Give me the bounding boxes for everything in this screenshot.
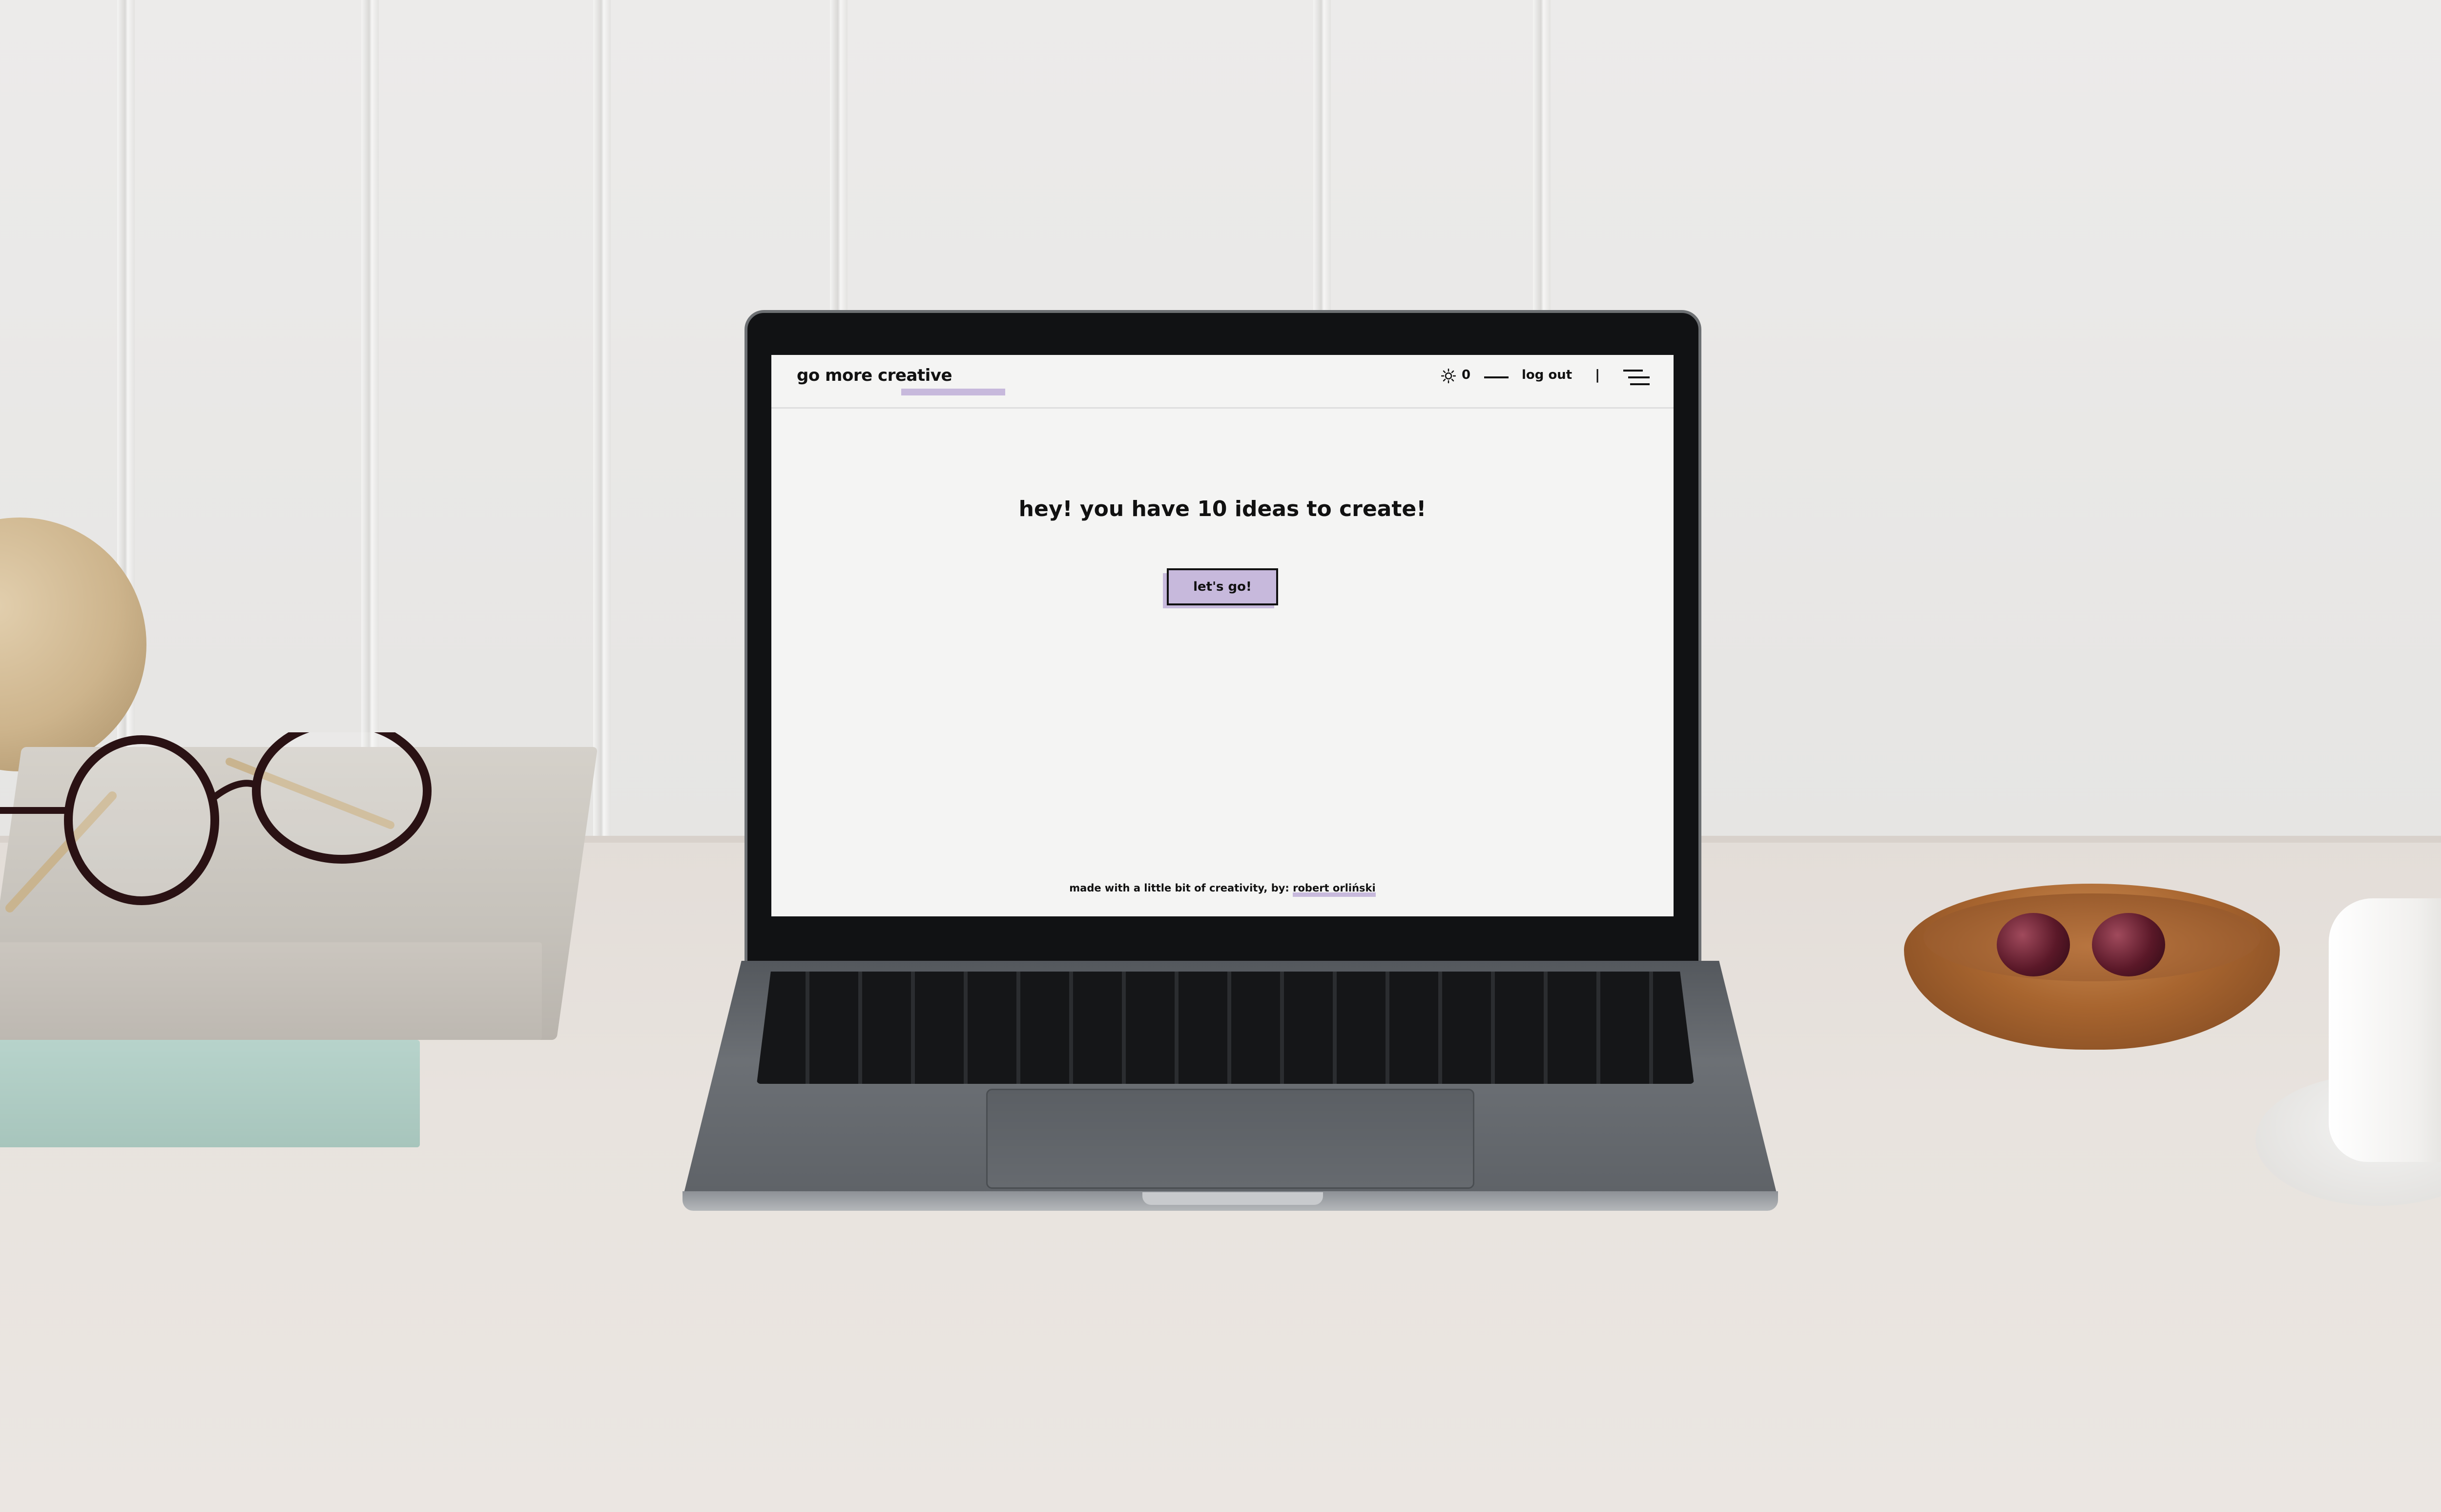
eyeglasses <box>0 732 432 912</box>
header-dash-divider <box>1484 376 1509 378</box>
wooden-bowl-inside <box>1924 893 2260 981</box>
logo-highlight <box>901 389 1005 395</box>
wall-panel-line <box>361 0 379 840</box>
author-link-wrapper: robert orliński <box>1293 882 1376 897</box>
header-separator: | <box>1595 367 1600 383</box>
logo-text: go more creative <box>797 366 952 385</box>
laptop-keyboard <box>757 972 1694 1084</box>
idea-counter: 0 <box>1462 368 1471 382</box>
lets-go-button[interactable]: let's go! <box>1167 568 1278 605</box>
grey-book-edge <box>0 942 542 1040</box>
top-navigation-bar: go more creative 0 log out | <box>771 355 1674 409</box>
cherry <box>1997 913 2070 976</box>
laptop-notch <box>1142 1192 1323 1205</box>
author-link[interactable]: robert orliński <box>1293 882 1376 894</box>
logout-link[interactable]: log out <box>1522 368 1572 382</box>
site-logo[interactable]: go more creative <box>797 366 1005 395</box>
ideas-headline: hey! you have 10 ideas to create! <box>1018 497 1427 521</box>
mint-book <box>0 1040 420 1147</box>
laptop-screen: go more creative 0 log out | hey! you ha… <box>771 355 1674 916</box>
coffee-cup <box>2329 898 2441 1162</box>
hamburger-menu-icon[interactable] <box>1623 369 1650 386</box>
laptop-trackpad <box>986 1089 1474 1189</box>
footer-credit-text: made with a little bit of creativity, by… <box>1069 882 1293 894</box>
page-footer: made with a little bit of creativity, by… <box>771 882 1674 897</box>
cherry <box>2092 913 2165 976</box>
wall-panel-line <box>593 0 611 840</box>
sun-icon[interactable] <box>1441 369 1456 383</box>
